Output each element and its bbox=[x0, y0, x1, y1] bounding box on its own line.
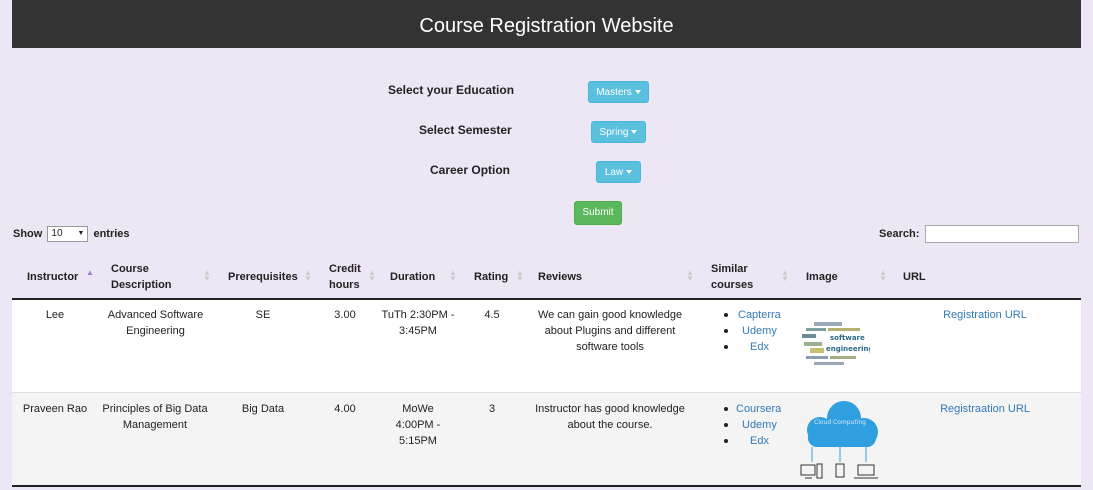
sort-icon: ▲ ▼ bbox=[686, 268, 694, 283]
education-value: Masters bbox=[596, 87, 632, 98]
similar-courses-list: Coursera Udemy Edx bbox=[722, 401, 781, 449]
semester-dropdown[interactable]: Spring bbox=[591, 121, 646, 143]
sort-icon: ▲ ▼ bbox=[368, 268, 376, 283]
column-header-rating[interactable]: Rating bbox=[474, 256, 508, 298]
cell-instructor: Praveen Rao bbox=[22, 403, 88, 415]
entries-length-control: Show 10 ▼ entries bbox=[13, 226, 130, 242]
column-header-url[interactable]: URL bbox=[903, 256, 926, 298]
column-header-image[interactable]: Image bbox=[806, 256, 838, 298]
show-label: Show bbox=[13, 227, 43, 240]
cloud-computing-icon: Cloud Computing bbox=[800, 401, 878, 479]
cell-reviews: Instructor has good knowledge about the … bbox=[535, 403, 685, 431]
similar-course-link[interactable]: Udemy bbox=[742, 419, 777, 431]
sort-icon: ▲ ▼ bbox=[304, 268, 312, 283]
column-header-prerequisites[interactable]: Prerequisites bbox=[228, 256, 298, 298]
list-item: Capterra bbox=[722, 307, 781, 323]
similar-courses-list: Capterra Udemy Edx bbox=[722, 307, 781, 355]
registration-url-link-cell: Registraation URL bbox=[920, 401, 1050, 417]
cell-credit-hours: 4.00 bbox=[334, 403, 356, 415]
registration-url-link[interactable]: Registration URL bbox=[943, 309, 1027, 321]
cell-rating: 3 bbox=[488, 403, 496, 415]
career-dropdown[interactable]: Law bbox=[596, 161, 641, 183]
search-input[interactable] bbox=[925, 225, 1079, 243]
registration-url-link-cell: Registration URL bbox=[920, 307, 1050, 323]
cell-prerequisites: SE bbox=[255, 309, 271, 321]
svg-text:software: software bbox=[830, 334, 865, 342]
career-label: Career Option bbox=[430, 163, 511, 177]
submit-button[interactable]: Submit bbox=[574, 201, 622, 225]
sort-icon: ▲ ▼ bbox=[781, 268, 789, 283]
cell-reviews: We can gain good knowledge about Plugins… bbox=[537, 309, 683, 353]
cell-duration: MoWe 4:00PM - 5:15PM bbox=[395, 403, 441, 447]
column-header-course-description[interactable]: Course Description bbox=[111, 256, 191, 298]
similar-course-link[interactable]: Coursera bbox=[736, 403, 781, 415]
sort-ascending-icon: ▲ bbox=[86, 268, 94, 277]
caret-down-icon bbox=[631, 130, 638, 135]
list-item: Udemy bbox=[722, 323, 781, 339]
search-label: Search: bbox=[879, 228, 920, 240]
cell-credit-hours: 3.00 bbox=[334, 309, 356, 321]
education-dropdown[interactable]: Masters bbox=[588, 81, 649, 103]
sort-icon: ▲ ▼ bbox=[449, 268, 457, 283]
caret-down-icon bbox=[626, 170, 633, 175]
cell-course-description: Principles of Big Data Management bbox=[102, 403, 208, 431]
caret-down-icon bbox=[634, 90, 641, 95]
similar-course-link[interactable]: Edx bbox=[750, 341, 769, 353]
sort-icon: ▲ ▼ bbox=[879, 268, 887, 283]
cloud-computing-image: Cloud Computing bbox=[798, 398, 882, 482]
semester-value: Spring bbox=[599, 127, 629, 138]
semester-label: Select Semester bbox=[419, 123, 512, 137]
column-header-duration[interactable]: Duration bbox=[390, 256, 435, 298]
similar-course-link[interactable]: Udemy bbox=[742, 325, 777, 337]
column-header-reviews[interactable]: Reviews bbox=[538, 256, 582, 298]
list-item: Coursera bbox=[722, 401, 781, 417]
list-item: Edx bbox=[722, 433, 781, 449]
table-bottom-divider bbox=[12, 485, 1081, 487]
column-header-credit-hours[interactable]: Credit hours bbox=[329, 256, 369, 298]
entries-select[interactable]: 10 ▼ bbox=[47, 226, 89, 242]
column-header-instructor[interactable]: Instructor bbox=[27, 256, 78, 298]
list-item: Udemy bbox=[722, 417, 781, 433]
sort-icon: ▲ ▼ bbox=[203, 268, 211, 283]
entries-value: 10 bbox=[51, 228, 63, 239]
similar-course-link[interactable]: Capterra bbox=[738, 309, 781, 321]
cell-rating: 4.5 bbox=[484, 309, 500, 321]
select-arrow-icon: ▼ bbox=[77, 230, 85, 237]
entries-label: entries bbox=[93, 227, 130, 240]
page-title: Course Registration Website bbox=[419, 15, 674, 37]
list-item: Edx bbox=[722, 339, 781, 355]
similar-course-link[interactable]: Edx bbox=[750, 435, 769, 447]
education-label: Select your Education bbox=[388, 83, 515, 97]
cloud-computing-text: Cloud Computing bbox=[814, 419, 866, 426]
sort-icon: ▲ ▼ bbox=[516, 268, 524, 283]
registration-url-link[interactable]: Registraation URL bbox=[940, 403, 1030, 415]
cell-instructor: Lee bbox=[45, 309, 65, 321]
career-value: Law bbox=[604, 167, 624, 178]
column-header-similar-courses[interactable]: Similar courses bbox=[711, 256, 771, 298]
cell-prerequisites: Big Data bbox=[241, 403, 285, 415]
word-cloud-icon: software engineering bbox=[802, 322, 873, 365]
cell-course-description: Advanced Software Engineering bbox=[107, 309, 204, 337]
software-engineering-image: software engineering bbox=[800, 318, 873, 368]
cell-duration: TuTh 2:30PM - 3:45PM bbox=[381, 309, 455, 337]
page-header: Course Registration Website bbox=[12, 0, 1081, 48]
svg-text:engineering: engineering bbox=[826, 345, 870, 353]
